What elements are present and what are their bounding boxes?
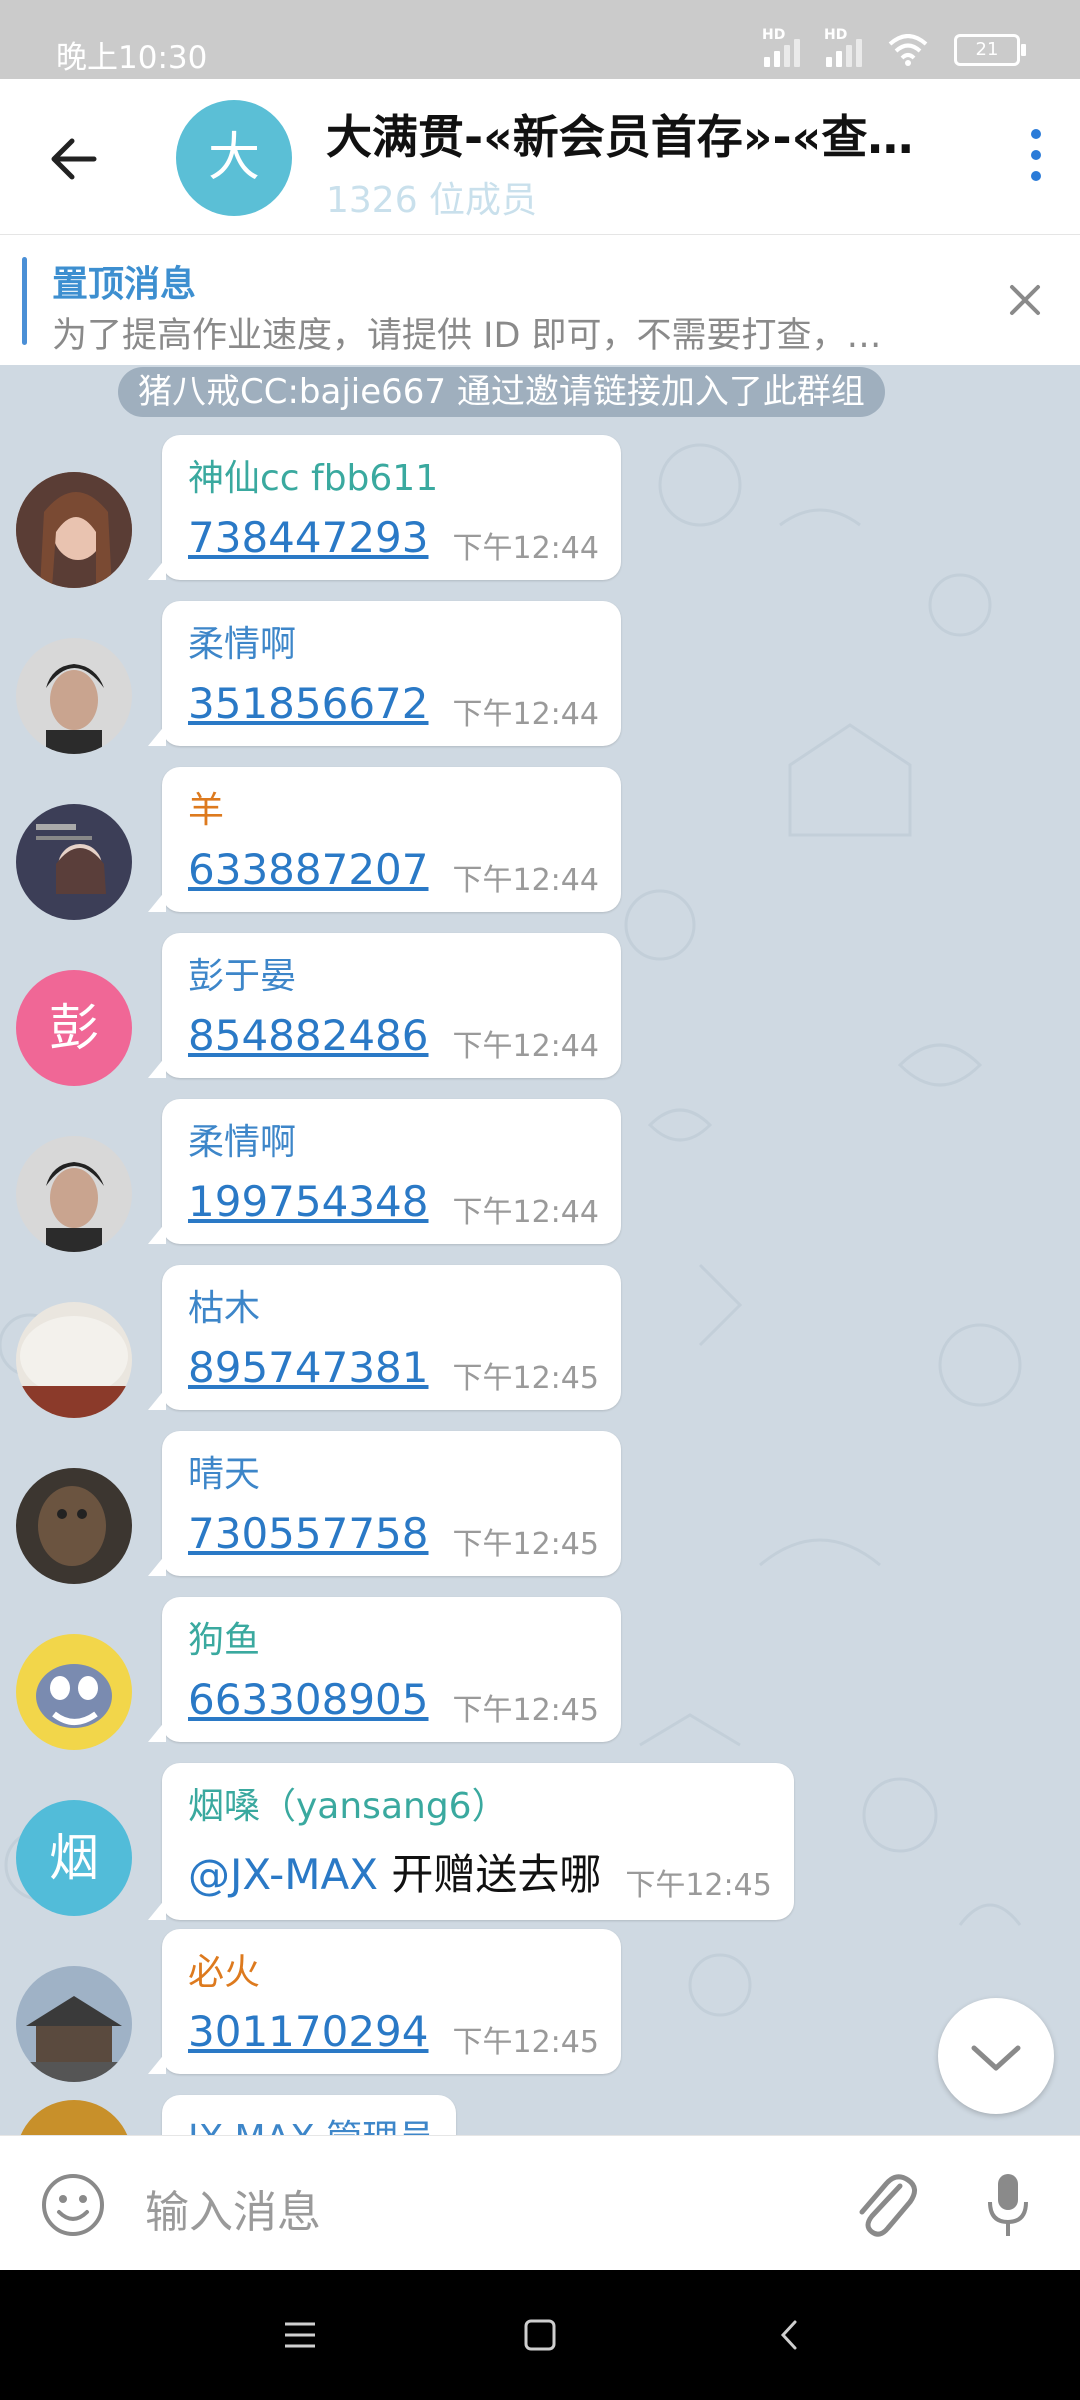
- sender-name[interactable]: 彭于晏: [188, 947, 599, 999]
- message-bubble[interactable]: 柔情啊 351856672 下午12:44: [148, 601, 621, 746]
- sender-name[interactable]: 狗鱼: [188, 1611, 599, 1663]
- sender-name[interactable]: JX-MAX 管理员: [188, 2109, 434, 2135]
- avatar-photo: [16, 638, 132, 754]
- message-number-link[interactable]: 199754348: [188, 1177, 429, 1226]
- message-time: 下午12:45: [452, 1693, 599, 1728]
- avatar-photo: [16, 1468, 132, 1584]
- avatar-photo: [16, 1634, 132, 1750]
- battery-icon: 21: [954, 34, 1026, 66]
- nav-menu-icon[interactable]: [275, 2310, 325, 2360]
- message-bubble[interactable]: 晴天 730557758 下午12:45: [148, 1431, 621, 1576]
- avatar-photo: [16, 1966, 132, 2082]
- message-bubble[interactable]: 彭于晏 854882486 下午12:44: [148, 933, 621, 1078]
- scroll-down-button[interactable]: [938, 1998, 1054, 2114]
- nav-back-icon[interactable]: [765, 2310, 815, 2360]
- message-time: 下午12:45: [625, 1868, 772, 1903]
- message-list[interactable]: 猪八戒CC:bajie667 通过邀请链接加入了此群组 神仙cc fbb611 …: [0, 365, 1080, 2135]
- group-avatar[interactable]: 大: [176, 100, 292, 216]
- nav-home-icon[interactable]: [515, 2310, 565, 2360]
- message-input-bar: 输入消息: [0, 2135, 1080, 2271]
- chat-header: 大 大满贯-«新会员首存»-«查… 1326 位成员: [0, 79, 1080, 235]
- pinned-title: 置顶消息: [52, 264, 197, 305]
- message-bubble[interactable]: JX-MAX 管理员: [162, 2095, 457, 2135]
- avatar[interactable]: [16, 1468, 132, 1584]
- message-number-link[interactable]: 730557758: [188, 1509, 429, 1558]
- avatar-photo: [16, 1136, 132, 1252]
- sender-name[interactable]: 柔情啊: [188, 615, 599, 667]
- message-bubble[interactable]: 必火 301170294 下午12:45: [148, 1929, 621, 2074]
- chevron-down-icon: [971, 2045, 1021, 2071]
- pinned-message[interactable]: 置顶消息 为了提高作业速度，请提供 ID 即可，不需要打查，…: [0, 235, 1080, 365]
- message-time: 下午12:44: [452, 863, 599, 898]
- message-time: 下午12:45: [452, 2025, 599, 2060]
- sender-name[interactable]: 枯木: [188, 1279, 599, 1331]
- message-number-link[interactable]: 351856672: [188, 679, 429, 728]
- avatar[interactable]: [16, 638, 132, 754]
- wifi-icon: [888, 34, 928, 66]
- sender-name[interactable]: 必火: [188, 1943, 599, 1995]
- avatar-photo: [16, 472, 132, 588]
- status-time: 晚上10:30: [56, 40, 208, 76]
- avatar[interactable]: [16, 472, 132, 588]
- avatar[interactable]: [16, 804, 132, 920]
- message-bubble[interactable]: 枯木 895747381 下午12:45: [148, 1265, 621, 1410]
- back-arrow-icon[interactable]: [44, 129, 104, 189]
- avatar-photo: [16, 1302, 132, 1418]
- sender-name[interactable]: 晴天: [188, 1445, 599, 1497]
- sender-name[interactable]: 柔情啊: [188, 1113, 599, 1165]
- message-time: 下午12:45: [452, 1361, 599, 1396]
- sender-name[interactable]: 烟嗓（yansang6）: [188, 1777, 772, 1829]
- sender-name[interactable]: 神仙cc fbb611: [188, 449, 599, 501]
- message-number-link[interactable]: 663308905: [188, 1675, 429, 1724]
- sender-name[interactable]: 羊: [188, 781, 599, 833]
- message-number-link[interactable]: 633887207: [188, 845, 429, 894]
- message-bubble[interactable]: 狗鱼 663308905 下午12:45: [148, 1597, 621, 1742]
- status-bar: 晚上10:30 HD HD 21: [0, 0, 1080, 79]
- mention-link[interactable]: @JX-MAX: [188, 1850, 378, 1899]
- message-time: 下午12:44: [452, 1195, 599, 1230]
- avatar[interactable]: [16, 1966, 132, 2082]
- system-nav-bar: [0, 2270, 1080, 2400]
- avatar[interactable]: [16, 1634, 132, 1750]
- message-text: 开赠送去哪: [377, 1850, 602, 1899]
- service-message: 猪八戒CC:bajie667 通过邀请链接加入了此群组: [118, 367, 885, 417]
- avatar[interactable]: 烟: [16, 1800, 132, 1916]
- chat-title[interactable]: 大满贯-«新会员首存»-«查…: [326, 101, 926, 167]
- avatar[interactable]: [16, 1302, 132, 1418]
- message-input[interactable]: 输入消息: [145, 2176, 321, 2240]
- message-time: 下午12:44: [452, 531, 599, 566]
- attach-icon[interactable]: [848, 2166, 918, 2242]
- close-icon[interactable]: [1000, 275, 1050, 325]
- message-time: 下午12:44: [452, 697, 599, 732]
- pinned-text: 为了提高作业速度，请提供 ID 即可，不需要打查，…: [52, 316, 882, 356]
- more-vert-icon[interactable]: [1024, 129, 1048, 189]
- member-count: 1326 位成员: [326, 180, 538, 221]
- message-bubble[interactable]: 柔情啊 199754348 下午12:44: [148, 1099, 621, 1244]
- message-number-link[interactable]: 738447293: [188, 513, 429, 562]
- mic-icon[interactable]: [984, 2170, 1032, 2240]
- avatar[interactable]: 彭: [16, 970, 132, 1086]
- message-bubble[interactable]: 神仙cc fbb611 738447293 下午12:44: [148, 435, 621, 580]
- signal-icon-2: HD: [824, 27, 862, 67]
- message-number-link[interactable]: 895747381: [188, 1343, 429, 1392]
- message-time: 下午12:44: [452, 1029, 599, 1064]
- message-number-link[interactable]: 301170294: [188, 2007, 429, 2056]
- message-bubble[interactable]: 烟嗓（yansang6） @JX-MAX 开赠送去哪 下午12:45: [148, 1763, 794, 1920]
- emoji-icon[interactable]: [40, 2172, 106, 2238]
- avatar[interactable]: [16, 1136, 132, 1252]
- signal-icon: HD: [762, 27, 800, 67]
- avatar-photo: [16, 804, 132, 920]
- message-bubble[interactable]: 羊 633887207 下午12:44: [148, 767, 621, 912]
- message-number-link[interactable]: 854882486: [188, 1011, 429, 1060]
- message-time: 下午12:45: [452, 1527, 599, 1562]
